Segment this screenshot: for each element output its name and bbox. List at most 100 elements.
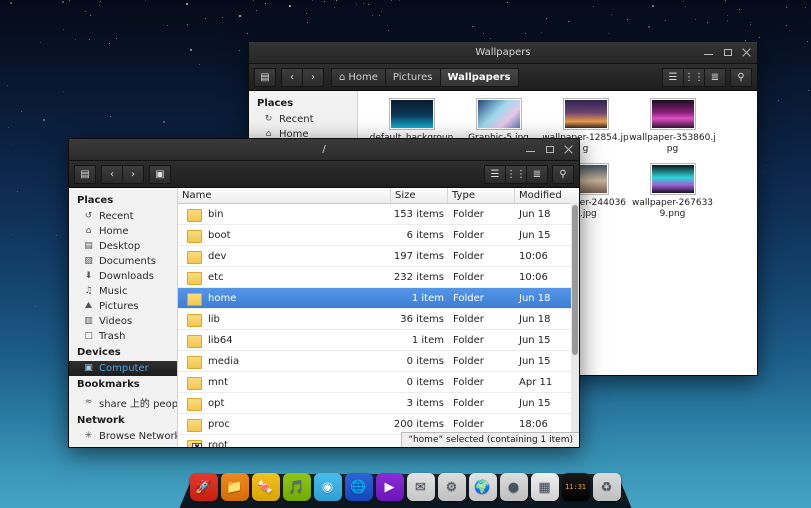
wallpaper-item[interactable]: wallpaper-2676339.png [629, 163, 716, 220]
dock-item-clock[interactable]: 11:31 [562, 473, 590, 501]
sidebar-item-desktop[interactable]: ▤Desktop [69, 239, 177, 254]
table-row[interactable]: media0 itemsFolderJun 15 [178, 351, 579, 372]
search-icon[interactable]: ⚲ [730, 68, 752, 87]
status-bar: “home” selected (containing 1 item) [401, 432, 579, 447]
dock-item-candy[interactable]: 🍬 [252, 473, 280, 501]
breadcrumb-home[interactable]: ⌂ Home [331, 68, 385, 87]
breadcrumb[interactable]: ⌂ Home Pictures Wallpapers [331, 68, 519, 87]
dock-item-calculator[interactable]: ▦ [531, 473, 559, 501]
sidebar-item-recent[interactable]: ↻ Recent [249, 112, 357, 127]
sidebar-item-documents[interactable]: ▧Documents [69, 254, 177, 269]
cell-name: bin [178, 209, 392, 220]
scrollbar-thumb[interactable] [572, 205, 578, 355]
dock-item-camera[interactable]: ◉ [314, 473, 342, 501]
sidebar-item-trash[interactable]: □Trash [69, 329, 177, 344]
table-row[interactable]: mnt0 itemsFolderApr 11 [178, 372, 579, 393]
column-header-modified[interactable]: Modified [515, 188, 579, 203]
sidebar-item-recent[interactable]: ↺Recent [69, 209, 177, 224]
cell-type: Folder [449, 272, 515, 283]
back-icon[interactable]: ‹ [101, 165, 122, 184]
cell-type: Folder [449, 377, 515, 388]
dock-item-recycle[interactable]: ♻ [593, 473, 621, 501]
table-row[interactable]: etc232 itemsFolder10:06 [178, 267, 579, 288]
sidebar-heading-devices: Devices [69, 344, 177, 361]
dock-icon-mail-icon: ✉ [415, 480, 426, 495]
close-icon[interactable] [741, 47, 752, 58]
wallpapers-titlebar[interactable]: Wallpapers [249, 42, 757, 64]
root-file-list[interactable]: Name Size Type Modified bin153 itemsFold… [178, 188, 579, 448]
sidebar-item-videos[interactable]: ▥Videos [69, 314, 177, 329]
view-compact-icon[interactable]: ≣ [704, 68, 726, 87]
forward-icon[interactable]: › [122, 165, 144, 184]
breadcrumb-pictures[interactable]: Pictures [385, 68, 440, 87]
dock[interactable]: 🚀📁🍬🎵◉🌐▶ ✉ ⚙🌍●▦11:31♻ [180, 468, 632, 508]
close-icon[interactable] [563, 144, 574, 155]
root-file-manager-window[interactable]: / ▤ ‹ › ▣ ☰ ⋮⋮ ≣ ⚲ [68, 138, 580, 448]
sidebar-item-home[interactable]: ⌂Home [69, 224, 177, 239]
column-header-name[interactable]: Name [178, 188, 391, 203]
dock-item-files[interactable]: 📁 [221, 473, 249, 501]
sidebar-toggle-icon[interactable]: ▤ [254, 68, 276, 87]
dock-item-launcher[interactable]: 🚀 [190, 473, 218, 501]
view-compact-icon[interactable]: ≣ [526, 165, 548, 184]
dock-item-settings[interactable]: ⚙ [438, 473, 466, 501]
view-grid-icon[interactable]: ⋮⋮ [505, 165, 526, 184]
maximize-icon[interactable] [722, 47, 733, 58]
cell-name: mnt [178, 377, 392, 388]
dock-item-browser[interactable]: 🌐 [345, 473, 373, 501]
root-titlebar[interactable]: / [69, 139, 579, 161]
column-header-type[interactable]: Type [448, 188, 515, 203]
view-list-icon[interactable]: ☰ [484, 165, 505, 184]
root-sidebar[interactable]: Places↺Recent⌂Home▤Desktop▧Documents⬇Dow… [69, 188, 178, 448]
breadcrumb-wallpapers[interactable]: Wallpapers [440, 68, 519, 87]
table-row[interactable]: opt3 itemsFolderJun 15 [178, 393, 579, 414]
sidebar-toggle-icon[interactable]: ▤ [74, 165, 96, 184]
sidebar-item-label: Recent [279, 114, 314, 125]
view-grid-icon[interactable]: ⋮⋮ [683, 68, 704, 87]
file-list-scrollbar[interactable] [571, 203, 579, 448]
back-icon[interactable]: ‹ [281, 68, 302, 87]
search-icon[interactable]: ⚲ [552, 165, 574, 184]
nav-buttons[interactable]: ‹ › [101, 165, 144, 184]
nav-buttons[interactable]: ‹ › [281, 68, 324, 87]
location-toggle-icon[interactable]: ▣ [149, 165, 171, 184]
maximize-icon[interactable] [544, 144, 555, 155]
dock-item-lens[interactable]: ● [500, 473, 528, 501]
dock-item-globe[interactable]: 🌍 [469, 473, 497, 501]
root-window-controls[interactable] [525, 139, 574, 155]
sidebar-item-music[interactable]: ♫Music [69, 284, 177, 299]
wallpaper-item[interactable]: wallpaper-353860.jpg [629, 98, 716, 155]
root-toolbar[interactable]: ▤ ‹ › ▣ ☰ ⋮⋮ ≣ ⚲ [69, 161, 579, 188]
table-row[interactable]: lib36 itemsFolderJun 18 [178, 309, 579, 330]
minimize-icon[interactable] [703, 47, 714, 58]
sidebar-item-browse-network[interactable]: ✳Browse Network [69, 429, 177, 444]
table-row[interactable]: bin153 itemsFolderJun 18 [178, 204, 579, 225]
dock-item-mail[interactable]: ✉ [407, 473, 435, 501]
file-name-label: proc [208, 419, 230, 430]
column-header-size[interactable]: Size [391, 188, 448, 203]
sidebar-item-share-people[interactable]: ≈share 上的 people [69, 393, 177, 412]
wallpapers-toolbar[interactable]: ▤ ‹ › ⌂ Home Pictures Wallpapers ☰ ⋮⋮ ≣ [249, 64, 757, 91]
file-rows-container[interactable]: bin153 itemsFolderJun 18boot6 itemsFolde… [178, 204, 579, 448]
sidebar-item-downloads[interactable]: ⬇Downloads [69, 269, 177, 284]
view-mode-buttons[interactable]: ☰ ⋮⋮ ≣ [662, 68, 726, 87]
cell-size: 200 items [392, 419, 449, 430]
root-window-title: / [69, 139, 579, 160]
folder-icon [187, 251, 200, 262]
dock-item-music[interactable]: 🎵 [283, 473, 311, 501]
view-mode-buttons[interactable]: ☰ ⋮⋮ ≣ [484, 165, 548, 184]
table-row[interactable]: dev197 itemsFolder10:06 [178, 246, 579, 267]
sidebar-item-pictures[interactable]: ⛰Pictures [69, 299, 177, 314]
dock-item-media-player[interactable]: ▶ [376, 473, 404, 501]
view-list-icon[interactable]: ☰ [662, 68, 683, 87]
sidebar-item-connect-to-server[interactable]: ⊕Connect to Server [69, 444, 177, 448]
table-row[interactable]: home1 itemFolderJun 18 [178, 288, 579, 309]
table-row[interactable]: boot6 itemsFolderJun 15 [178, 225, 579, 246]
forward-icon[interactable]: › [302, 68, 324, 87]
file-list-column-headers[interactable]: Name Size Type Modified [178, 188, 579, 204]
wallpapers-window-controls[interactable] [703, 42, 752, 58]
minimize-icon[interactable] [525, 144, 536, 155]
cell-name: opt [178, 398, 392, 409]
sidebar-item-computer[interactable]: ▣Computer [69, 361, 177, 376]
table-row[interactable]: lib641 itemFolderJun 15 [178, 330, 579, 351]
